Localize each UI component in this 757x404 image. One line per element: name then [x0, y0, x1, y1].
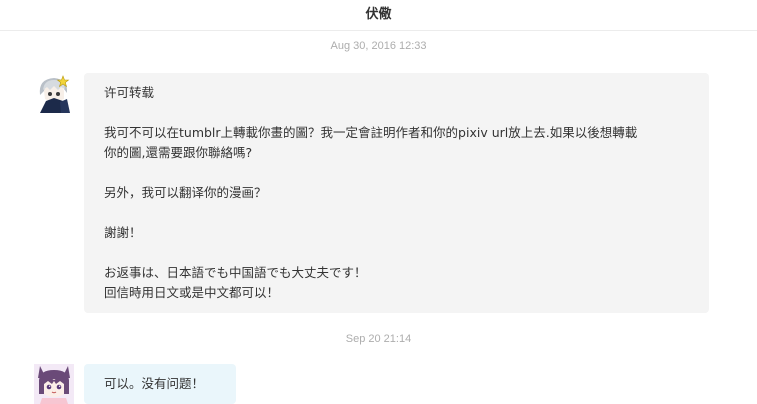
message-line: 许可转载	[104, 85, 155, 100]
message-thread: 伏儆 Aug 30, 2016 12:33 许可转载 我可不可以在tumblr上…	[0, 0, 757, 404]
message-line: 你的圖,還需要跟你聯絡嗎?	[104, 145, 253, 160]
message-line: 我可不可以在tumblr上轉載你畫的圖？我一定會註明作者和你的pixiv url…	[104, 125, 638, 140]
message-line	[104, 103, 689, 123]
incoming-message-bubble: 许可转载 我可不可以在tumblr上轉載你畫的圖？我一定會註明作者和你的pixi…	[84, 73, 709, 313]
conversation-title: 伏儆	[365, 7, 392, 22]
message-line	[104, 203, 689, 223]
message-line: 另外，我可以翻译你的漫画？	[104, 185, 267, 200]
sender-avatar[interactable]	[34, 73, 74, 113]
message-line: お返事は、日本語でも中国語でも大丈夫です！	[104, 265, 367, 280]
message-line	[104, 163, 689, 183]
outgoing-message-bubble: 可以。没有问题！	[84, 364, 236, 404]
conversation-header: 伏儆	[0, 0, 757, 31]
message-line	[104, 243, 689, 263]
message-line: 謝謝！	[104, 225, 142, 240]
message-line: 可以。没有问题！	[104, 376, 205, 391]
message-timestamp: Sep 20 21:14	[345, 333, 412, 345]
message-timestamp: Aug 30, 2016 12:33	[330, 40, 427, 52]
recipient-avatar[interactable]	[34, 364, 74, 404]
message-line: 回信時用日文或是中文都可以！	[104, 285, 280, 300]
